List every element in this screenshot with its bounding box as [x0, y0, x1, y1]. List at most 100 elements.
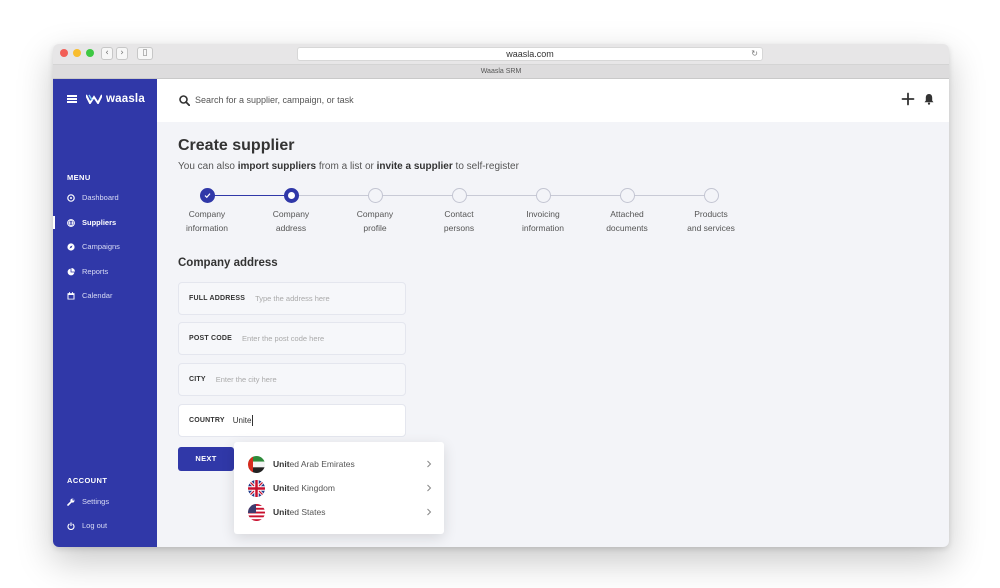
power-icon: [67, 522, 75, 530]
country-dropdown: Unit ed Arab Emirates Unit ed Kingdom Un…: [234, 442, 444, 534]
sidebar: waasla MENU Dashboard Suppliers Campaign…: [53, 79, 157, 547]
active-indicator: [53, 216, 55, 229]
pie-chart-icon: [67, 267, 75, 275]
account-heading: ACCOUNT: [67, 476, 108, 485]
subtitle-text: from a list or: [316, 161, 377, 172]
sidebar-item-suppliers[interactable]: Suppliers: [67, 218, 116, 227]
main-content: Create supplier You can also import supp…: [157, 122, 949, 547]
step-invoicing-information[interactable]: Invoicing information: [503, 188, 583, 235]
country-input[interactable]: Unite: [233, 416, 252, 425]
chevron-right-icon: [427, 508, 432, 516]
city-field[interactable]: CITY: [178, 363, 406, 396]
step-attached-documents[interactable]: Attached documents: [587, 188, 667, 235]
hamburger-menu-icon[interactable]: [67, 95, 77, 103]
window-controls: [60, 49, 94, 57]
post-code-input[interactable]: [242, 334, 383, 343]
chevron-right-icon: [427, 460, 432, 468]
country-option-uk[interactable]: Unit ed Kingdom: [234, 476, 444, 500]
field-label: FULL ADDRESS: [189, 295, 246, 302]
country-option-us[interactable]: Unit ed States: [234, 500, 444, 524]
country-field[interactable]: COUNTRY Unite: [178, 404, 406, 437]
sidebar-item-label: Dashboard: [82, 193, 119, 202]
search-input[interactable]: [195, 92, 595, 108]
step-pending-indicator: [535, 188, 551, 203]
step-label: Invoicing information: [521, 209, 565, 233]
browser-tab[interactable]: Waasla SRM: [53, 65, 949, 79]
step-label: Company information: [185, 209, 229, 233]
field-label: POST CODE: [189, 335, 233, 342]
back-button[interactable]: ‹: [101, 47, 113, 60]
next-button[interactable]: NEXT: [178, 447, 234, 471]
step-pending-indicator: [619, 188, 635, 203]
match-highlight: Unit: [273, 483, 290, 493]
step-company-information[interactable]: Company information: [167, 188, 247, 235]
match-highlight: Unit: [273, 459, 290, 469]
search-icon: [179, 95, 190, 106]
add-icon[interactable]: [901, 92, 915, 106]
sidebar-item-logout[interactable]: Log out: [67, 521, 107, 530]
globe-icon: [67, 218, 75, 227]
step-pending-indicator: [367, 188, 383, 203]
minimize-window-button[interactable]: [73, 49, 81, 57]
page-subtitle: You can also import suppliers from a lis…: [178, 161, 519, 172]
full-address-input[interactable]: [255, 294, 396, 303]
sidebar-item-label: Campaigns: [82, 242, 120, 251]
waasla-logo-icon: [86, 94, 102, 104]
url-text: waasla.com: [506, 49, 554, 59]
page-title: Create supplier: [178, 137, 295, 154]
field-label: COUNTRY: [189, 417, 225, 424]
sidebar-toggle-icon[interactable]: ▯: [137, 47, 153, 60]
subtitle-text: to self-register: [452, 161, 519, 172]
sidebar-item-label: Reports: [82, 267, 109, 276]
sidebar-item-campaigns[interactable]: Campaigns: [67, 242, 120, 251]
option-text: ed Kingdom: [289, 483, 335, 493]
top-header: [157, 79, 949, 122]
step-label: Products and services: [687, 209, 735, 233]
import-suppliers-link[interactable]: import suppliers: [238, 161, 316, 172]
full-address-field[interactable]: FULL ADDRESS: [178, 282, 406, 315]
invite-supplier-link[interactable]: invite a supplier: [377, 161, 453, 172]
us-flag-icon: [248, 503, 265, 521]
uae-flag-icon: [248, 455, 265, 473]
step-company-profile[interactable]: Company profile: [335, 188, 415, 235]
sidebar-item-label: Calendar: [82, 291, 113, 300]
sidebar-header: waasla: [67, 93, 145, 105]
step-complete-indicator: [199, 188, 215, 203]
step-pending-indicator: [703, 188, 719, 203]
address-bar[interactable]: waasla.com ↻: [297, 47, 763, 61]
section-title: Company address: [178, 257, 278, 269]
notification-bell-icon[interactable]: [923, 93, 935, 105]
browser-window: ‹ › ▯ waasla.com ↻ Waasla SRM waasla MEN…: [53, 44, 949, 547]
country-option-uae[interactable]: Unit ed Arab Emirates: [234, 452, 444, 476]
step-label: Company profile: [356, 209, 394, 233]
forward-button[interactable]: ›: [116, 47, 128, 60]
close-window-button[interactable]: [60, 49, 68, 57]
calendar-icon: [67, 291, 75, 299]
sidebar-item-dashboard[interactable]: Dashboard: [67, 193, 119, 202]
text-caret: [252, 415, 254, 426]
zoom-window-button[interactable]: [86, 49, 94, 57]
compass-icon: [67, 242, 75, 251]
logo-text: waasla: [106, 93, 145, 105]
sidebar-item-label: Suppliers: [82, 218, 117, 227]
step-contact-persons[interactable]: Contact persons: [419, 188, 499, 235]
step-label: Attached documents: [606, 209, 648, 233]
sidebar-item-calendar[interactable]: Calendar: [67, 291, 112, 300]
tab-title: Waasla SRM: [480, 68, 522, 75]
sidebar-item-reports[interactable]: Reports: [67, 267, 108, 276]
browser-titlebar: ‹ › ▯ waasla.com ↻: [53, 44, 949, 65]
check-icon: [204, 193, 210, 199]
sidebar-item-settings[interactable]: Settings: [67, 497, 109, 506]
match-highlight: Unit: [273, 507, 290, 517]
sidebar-item-label: Settings: [82, 497, 110, 506]
wrench-icon: [67, 498, 75, 506]
step-company-address[interactable]: Company address: [251, 188, 331, 235]
city-input[interactable]: [215, 375, 356, 384]
post-code-field[interactable]: POST CODE: [178, 322, 406, 355]
reload-icon[interactable]: ↻: [751, 48, 758, 60]
option-text: ed States: [289, 507, 326, 517]
step-products-and-services[interactable]: Products and services: [671, 188, 751, 235]
field-label: CITY: [189, 376, 206, 383]
uk-flag-icon: [248, 479, 265, 497]
step-label: Company address: [272, 209, 310, 233]
